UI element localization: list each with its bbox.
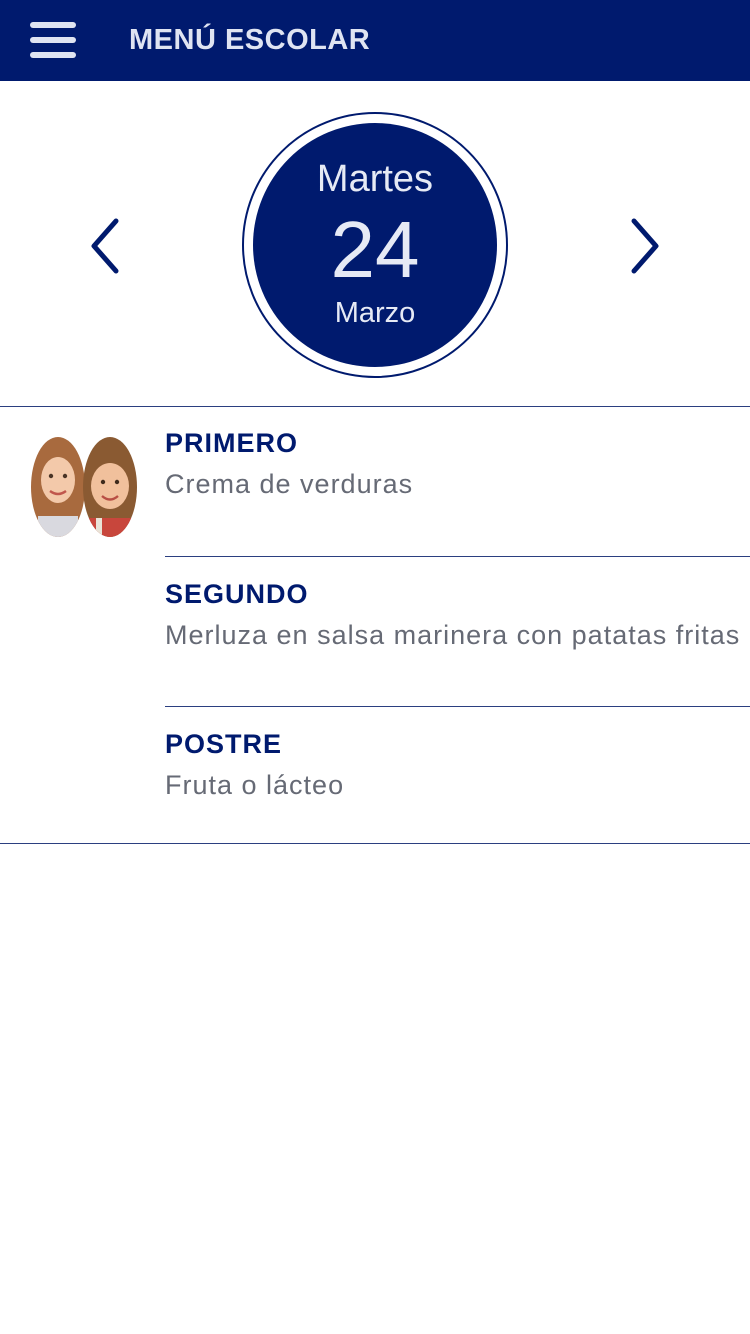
children-photo-avatar xyxy=(30,436,138,538)
course-title: SEGUNDO xyxy=(165,579,309,609)
course-title: POSTRE xyxy=(165,729,283,759)
section-divider-top xyxy=(0,406,750,407)
date-badge: Martes 24 Marzo xyxy=(253,123,497,367)
menu-bar-bottom xyxy=(30,52,76,58)
section-divider-bottom xyxy=(0,843,750,844)
menu-bar-top xyxy=(30,22,76,28)
course-divider xyxy=(165,706,750,707)
day-number: 24 xyxy=(330,205,420,294)
month-label: Marzo xyxy=(334,297,416,329)
weekday-label: Martes xyxy=(316,158,434,200)
menu-bar-middle xyxy=(30,37,76,43)
course-divider xyxy=(165,556,750,557)
page-title: MENÚ ESCOLAR xyxy=(129,24,371,56)
date-selector: Martes 24 Marzo xyxy=(0,81,750,407)
app-header: MENÚ ESCOLAR xyxy=(0,0,750,81)
course-dish: Crema de verduras xyxy=(165,469,414,499)
hamburger-menu-icon[interactable] xyxy=(28,20,80,60)
course-title: PRIMERO xyxy=(165,428,299,458)
course-dessert: POSTRE Fruta o lácteo xyxy=(165,728,745,803)
chevron-right-icon[interactable] xyxy=(622,215,666,277)
chevron-left-icon[interactable] xyxy=(84,215,128,277)
course-dish: Fruta o lácteo xyxy=(165,770,345,800)
course-second: SEGUNDO Merluza en salsa marinera con pa… xyxy=(165,578,745,653)
course-first: PRIMERO Crema de verduras xyxy=(165,427,745,502)
course-dish: Merluza en salsa marinera con patatas fr… xyxy=(165,620,741,650)
